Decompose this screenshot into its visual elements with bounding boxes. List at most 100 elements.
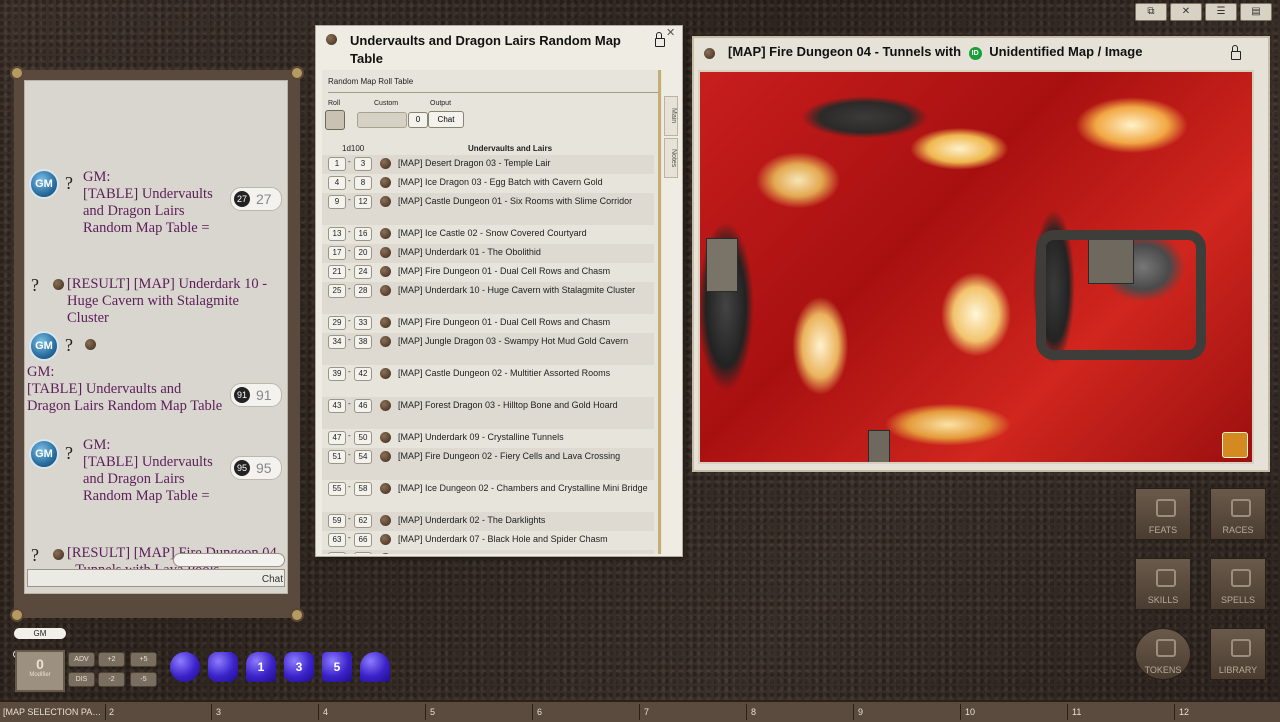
- range-from[interactable]: 55: [328, 482, 346, 496]
- id-status-icon[interactable]: ID: [968, 47, 982, 60]
- range-to[interactable]: 66: [354, 533, 372, 547]
- window-link-icon[interactable]: [326, 34, 337, 45]
- range-from[interactable]: 59: [328, 514, 346, 528]
- custom-dice-field[interactable]: [357, 112, 407, 128]
- record-link-icon[interactable]: [380, 515, 391, 526]
- feats-button[interactable]: FEATS: [1135, 488, 1191, 540]
- lock-icon[interactable]: [1231, 45, 1241, 60]
- range-from[interactable]: 17: [328, 246, 346, 260]
- record-link-icon[interactable]: [380, 400, 391, 411]
- table-link-icon[interactable]: [53, 549, 64, 560]
- custom-value-input[interactable]: 0: [408, 112, 428, 128]
- range-from[interactable]: 63: [328, 533, 346, 547]
- range-from[interactable]: 21: [328, 265, 346, 279]
- tab-notes[interactable]: Notes: [664, 138, 678, 178]
- range-to[interactable]: 20: [354, 246, 372, 260]
- d6-icon[interactable]: [208, 652, 238, 682]
- d20-icon[interactable]: [360, 652, 390, 682]
- range-to[interactable]: 38: [354, 335, 372, 349]
- hotkey-slot[interactable]: 11: [1069, 704, 1175, 720]
- record-link-icon[interactable]: [380, 266, 391, 277]
- d4-icon[interactable]: [170, 652, 200, 682]
- scrollbar[interactable]: [658, 70, 661, 554]
- range-from[interactable]: 29: [328, 316, 346, 330]
- window-link-icon[interactable]: [704, 48, 715, 59]
- range-from[interactable]: 67: [328, 552, 346, 554]
- lock-icon[interactable]: [655, 32, 665, 47]
- chat-input[interactable]: [27, 569, 285, 587]
- range-from[interactable]: 47: [328, 431, 346, 445]
- record-link-icon[interactable]: [380, 247, 391, 258]
- table-row[interactable]: 34-38 [MAP] Jungle Dragon 03 - Swampy Hot…: [328, 335, 658, 367]
- dungeon-map-image[interactable]: [698, 70, 1254, 464]
- close-icon[interactable]: ✕: [666, 26, 675, 39]
- range-to[interactable]: 62: [354, 514, 372, 528]
- modifier-button[interactable]: -2: [98, 672, 125, 687]
- modifier-button[interactable]: DIS: [68, 672, 95, 687]
- record-link-icon[interactable]: [380, 196, 391, 207]
- hotkey-slot[interactable]: 5: [427, 704, 533, 720]
- link-button[interactable]: ⧉: [1135, 3, 1167, 21]
- modifier-button[interactable]: -5: [130, 672, 157, 687]
- hotkey-slot[interactable]: 4: [320, 704, 426, 720]
- range-to[interactable]: 24: [354, 265, 372, 279]
- record-link-icon[interactable]: [380, 368, 391, 379]
- chat-log[interactable]: GM ? GM: [TABLE] Undervaults and Dragon …: [24, 80, 288, 594]
- table-row[interactable]: 9-12 [MAP] Castle Dungeon 01 - Six Rooms …: [328, 195, 658, 227]
- range-to[interactable]: 69: [354, 552, 372, 554]
- hotkey-slot[interactable]: 2: [106, 704, 212, 720]
- table-row[interactable]: 67-69 [MAP] Ice 24 - Cavern Ravines: [328, 552, 658, 554]
- table-row[interactable]: 39-42 [MAP] Castle Dungeon 02 - Multitier…: [328, 367, 658, 399]
- record-link-icon[interactable]: [380, 553, 391, 554]
- record-link-icon[interactable]: [380, 158, 391, 169]
- library-button[interactable]: ▤: [1240, 3, 1272, 21]
- tab-main[interactable]: Main: [664, 96, 678, 136]
- range-to[interactable]: 46: [354, 399, 372, 413]
- roll-die-button[interactable]: [325, 110, 345, 130]
- range-from[interactable]: 25: [328, 284, 346, 298]
- library-button-large[interactable]: LIBRARY: [1210, 628, 1266, 680]
- hotkey-slot[interactable]: 7: [641, 704, 747, 720]
- range-to[interactable]: 58: [354, 482, 372, 496]
- gm-identity-label[interactable]: GM: [14, 628, 66, 639]
- chat-send-button[interactable]: Chat: [262, 574, 283, 585]
- range-to[interactable]: 12: [354, 195, 372, 209]
- record-link-icon[interactable]: [380, 317, 391, 328]
- table-row[interactable]: 59-62 [MAP] Underdark 02 - The Darklights: [328, 514, 658, 533]
- range-to[interactable]: 33: [354, 316, 372, 330]
- range-from[interactable]: 39: [328, 367, 346, 381]
- output-chat-button[interactable]: Chat: [428, 111, 464, 128]
- races-button[interactable]: RACES: [1210, 488, 1266, 540]
- chat-mode-dropdown[interactable]: [173, 553, 285, 567]
- range-to[interactable]: 42: [354, 367, 372, 381]
- hotkey-slot[interactable]: 9: [855, 704, 961, 720]
- table-row[interactable]: 51-54 [MAP] Fire Dungeon 02 - Fiery Cells…: [328, 450, 658, 482]
- table-row[interactable]: 25-28 [MAP] Underdark 10 - Huge Cavern wi…: [328, 284, 658, 316]
- table-link-icon[interactable]: [53, 279, 64, 290]
- d8-icon[interactable]: 1: [246, 652, 276, 682]
- table-row[interactable]: 17-20 [MAP] Underdark 01 - The Obolithid: [328, 246, 658, 265]
- range-from[interactable]: 43: [328, 399, 346, 413]
- range-from[interactable]: 4: [328, 176, 346, 190]
- hotkey-slot[interactable]: 3: [213, 704, 319, 720]
- record-link-icon[interactable]: [380, 228, 391, 239]
- table-link-icon[interactable]: [85, 339, 96, 350]
- record-link-icon[interactable]: [380, 336, 391, 347]
- hotkey-slot[interactable]: 8: [748, 704, 854, 720]
- range-to[interactable]: 28: [354, 284, 372, 298]
- range-from[interactable]: 51: [328, 450, 346, 464]
- party-button[interactable]: ☰: [1205, 3, 1237, 21]
- range-to[interactable]: 50: [354, 431, 372, 445]
- range-from[interactable]: 1: [328, 157, 346, 171]
- record-link-icon[interactable]: [380, 451, 391, 462]
- d10-icon[interactable]: 3: [284, 652, 314, 682]
- range-from[interactable]: 34: [328, 335, 346, 349]
- table-row[interactable]: 1-3 [MAP] Desert Dragon 03 - Temple Lair: [328, 157, 658, 176]
- hotkey-slot-1[interactable]: [MAP SELECTION PA…: [0, 704, 106, 720]
- spells-button[interactable]: SPELLS: [1210, 558, 1266, 610]
- range-from[interactable]: 9: [328, 195, 346, 209]
- tools-button[interactable]: ✕: [1170, 3, 1202, 21]
- modifier-button[interactable]: +2: [98, 652, 125, 667]
- record-link-icon[interactable]: [380, 483, 391, 494]
- range-to[interactable]: 8: [354, 176, 372, 190]
